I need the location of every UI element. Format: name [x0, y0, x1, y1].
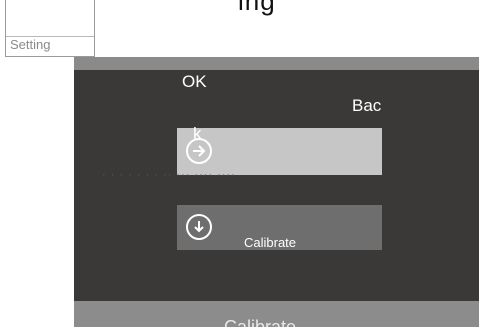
- window-title: ing: [238, 0, 276, 16]
- bottom-strip: Calibrate: [74, 301, 479, 327]
- main-panel: [74, 70, 479, 301]
- calibrate-button[interactable]: Calibrate: [177, 205, 382, 250]
- k-label: k: [193, 124, 202, 143]
- bottom-strip-text: Calibrate: [224, 317, 297, 327]
- tab-divider: [6, 0, 94, 37]
- panel-top-band: [74, 57, 479, 70]
- back-label[interactable]: Bac: [352, 96, 381, 116]
- ok-label[interactable]: OK: [182, 72, 207, 92]
- arrow-down-circle-icon: [186, 214, 212, 240]
- setting-tab[interactable]: Setting: [5, 0, 95, 57]
- arrow-right-button[interactable]: · · · · · · · ·· ··· ···· ····: [102, 128, 382, 181]
- setting-tab-label: Setting: [10, 37, 51, 52]
- calibrate-button-label: Calibrate: [244, 235, 297, 250]
- faint-overlay-text: · · · · · · · ·· ··· ···· ····: [102, 169, 236, 181]
